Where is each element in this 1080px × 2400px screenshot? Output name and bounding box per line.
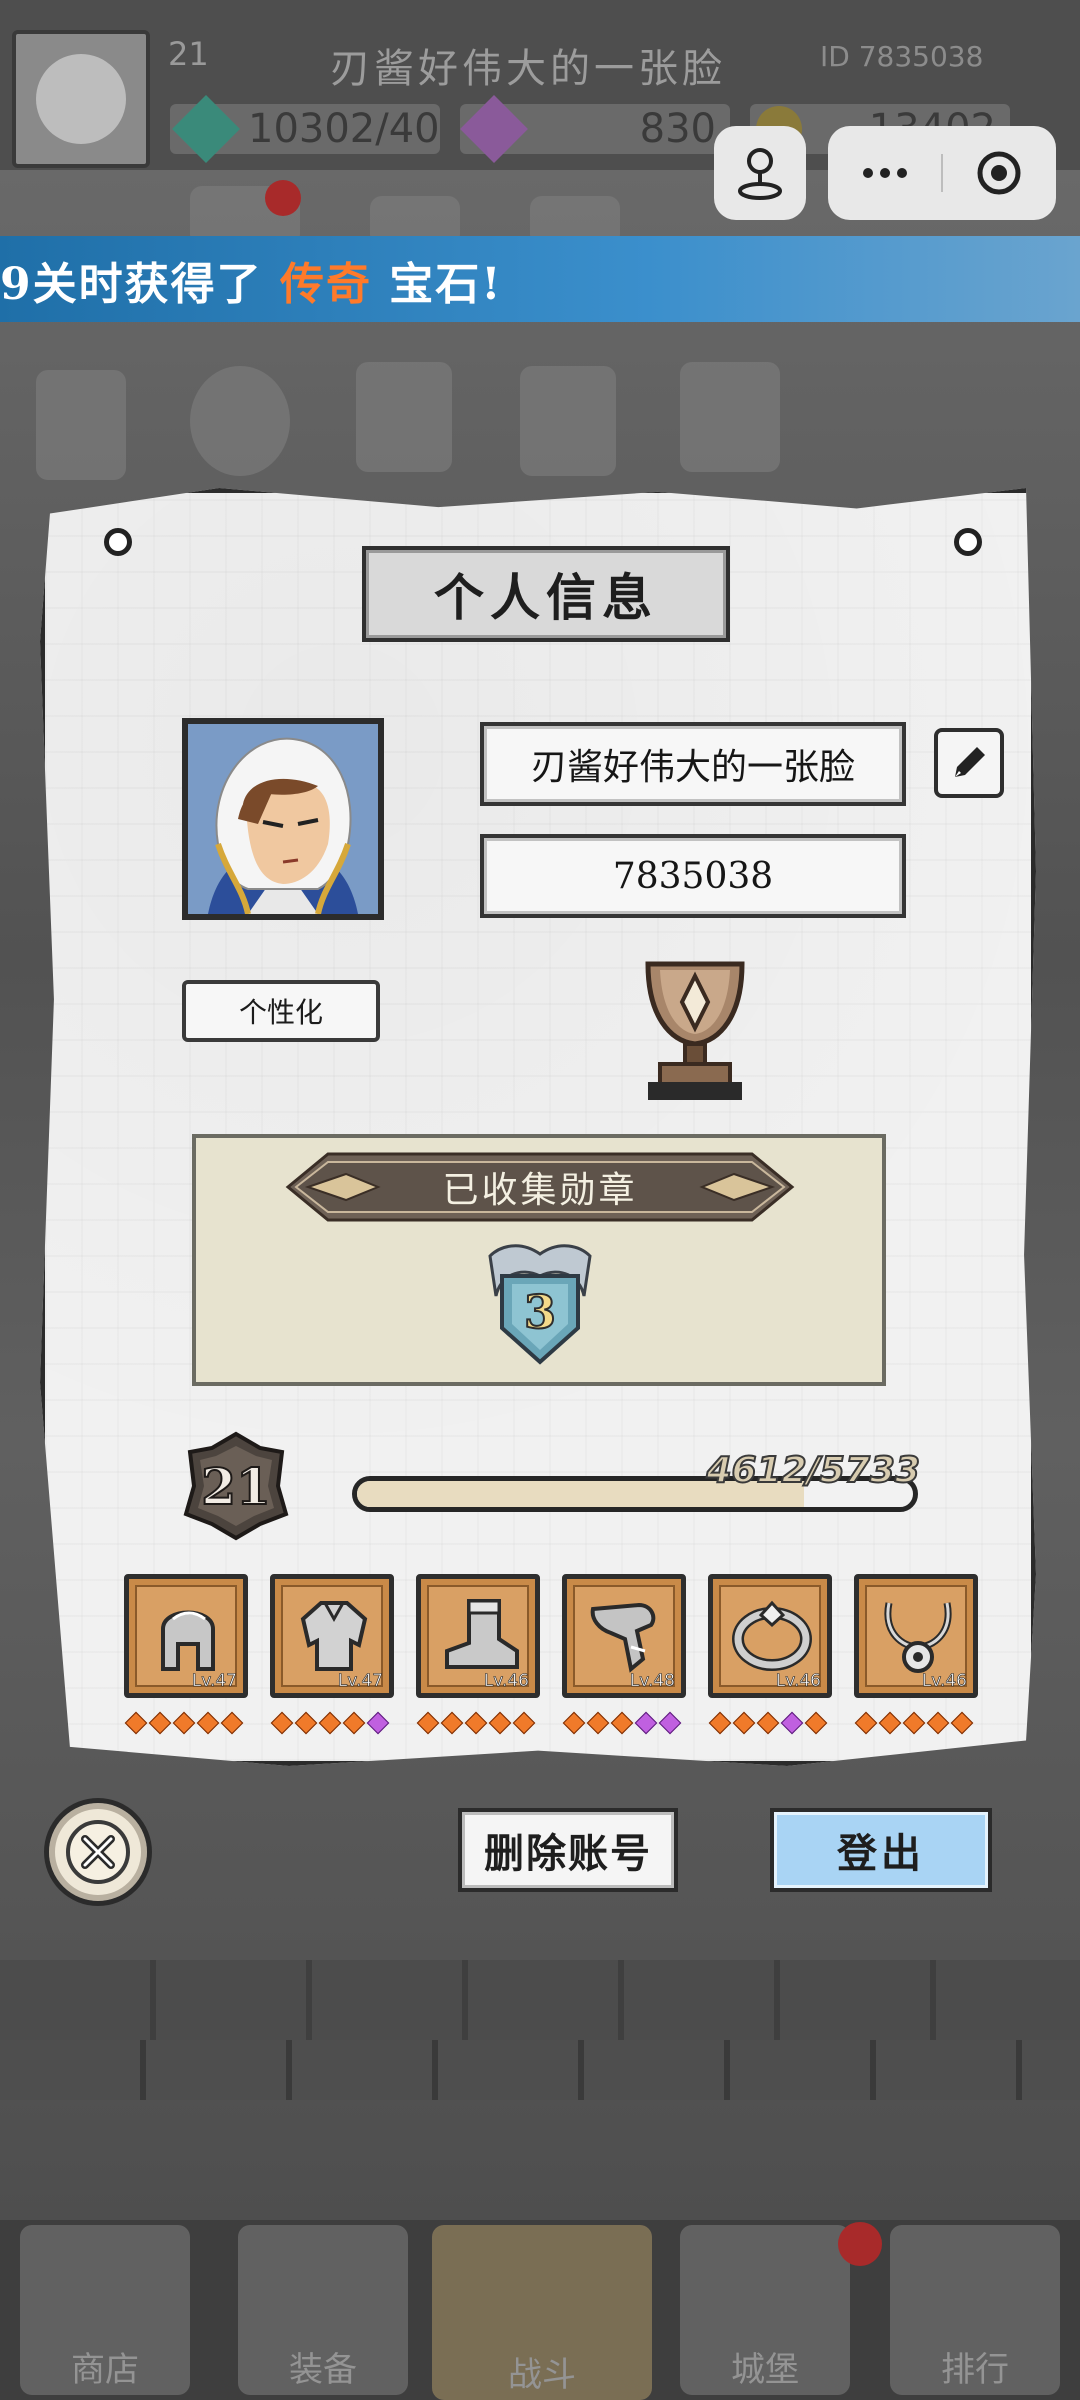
purple-diamond-icon <box>460 95 528 163</box>
logout-button[interactable]: 登出 <box>770 1808 992 1892</box>
pencil-icon <box>955 747 985 777</box>
boots-icon <box>445 1599 519 1669</box>
player-portrait[interactable] <box>182 718 384 920</box>
trophy-icon <box>645 961 745 1100</box>
ring-icon <box>732 1600 812 1671</box>
close-button[interactable] <box>44 1798 152 1906</box>
equip-slot-helmet[interactable]: Lv.47 <box>124 1574 248 1698</box>
joystick-icon <box>714 126 806 220</box>
dialog-title: 个人信息 <box>362 546 730 642</box>
avatar[interactable] <box>12 30 150 168</box>
nickname-field: 刃酱好伟大的一张脸 <box>480 722 906 806</box>
equip-stars-helmet <box>124 1711 244 1735</box>
pin-hole-left <box>104 528 132 556</box>
player-level-badge: 21 <box>183 1431 289 1541</box>
svg-text:21: 21 <box>201 1457 271 1516</box>
equip-stars-gauntlet <box>562 1711 682 1735</box>
level-badge-small: 21 <box>168 35 209 73</box>
xp-text: 4612/5733 <box>705 1449 921 1492</box>
gauntlet-icon <box>590 1602 656 1673</box>
customize-button[interactable]: 个性化 <box>182 980 380 1042</box>
notification-dot <box>265 180 301 216</box>
equip-slot-necklace[interactable]: Lv.46 <box>854 1574 978 1698</box>
target-circle-icon[interactable] <box>942 126 1056 220</box>
close-icon <box>66 1820 130 1884</box>
necklace-icon <box>884 1602 952 1673</box>
game-center-button[interactable] <box>714 126 806 220</box>
equip-stars-boots <box>416 1711 536 1735</box>
equip-slot-armor[interactable]: Lv.47 <box>270 1574 394 1698</box>
player-id-field: 7835038 <box>480 834 906 918</box>
edit-name-button[interactable] <box>934 728 1004 798</box>
medal-badge-icon: 3 <box>488 1244 592 1365</box>
player-id-bg: ID 7835038 <box>820 40 984 73</box>
equip-slot-ring[interactable]: Lv.46 <box>708 1574 832 1698</box>
delete-account-button[interactable]: 删除账号 <box>458 1808 678 1892</box>
miniprogram-capsule <box>828 126 1056 220</box>
svg-text:3: 3 <box>524 1285 556 1339</box>
player-name-bg: 刃酱好伟大的一张脸 <box>330 46 726 92</box>
equip-slot-boots[interactable]: Lv.46 <box>416 1574 540 1698</box>
medal-section-title: 已收集勋章 <box>442 1170 638 1211</box>
resource-emerald: 10302/40 <box>170 95 440 163</box>
emerald-gem-icon <box>172 95 240 163</box>
equip-slot-gauntlet[interactable]: Lv.48 <box>562 1574 686 1698</box>
equip-stars-necklace <box>854 1711 974 1735</box>
equip-stars-ring <box>708 1711 828 1735</box>
helmet-icon <box>161 1610 215 1671</box>
armor-icon <box>300 1601 368 1671</box>
resource-diamond: 830 <box>460 95 730 163</box>
equip-stars-armor <box>270 1711 390 1735</box>
pin-hole-right <box>954 528 982 556</box>
more-dots-icon[interactable] <box>828 126 942 220</box>
